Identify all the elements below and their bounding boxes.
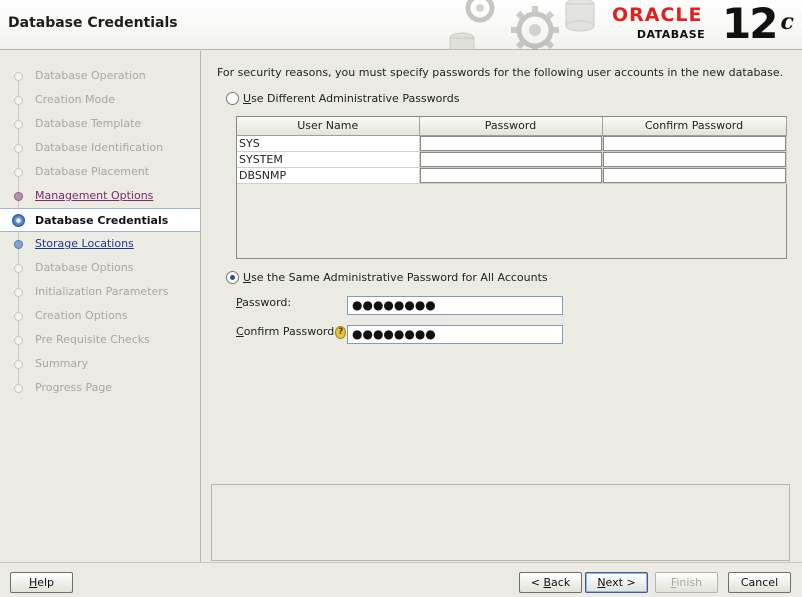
password-cell[interactable] <box>419 135 603 152</box>
different-passwords-radio[interactable] <box>226 92 239 105</box>
step-creation-options: Creation Options <box>0 304 200 328</box>
version-suffix: c <box>780 9 793 35</box>
step-database-identification: Database Identification <box>0 136 200 160</box>
step-label: Database Placement <box>35 165 149 178</box>
table-row: SYS <box>237 135 787 152</box>
user-name-cell: DBSNMP <box>237 167 420 184</box>
table-row: DBSNMP <box>237 167 787 184</box>
message-area <box>211 484 790 561</box>
step-dot-icon <box>14 264 23 273</box>
cancel-button[interactable]: Cancel <box>728 572 791 593</box>
step-database-template: Database Template <box>0 112 200 136</box>
dbsnmp-confirm-password-input[interactable] <box>602 167 786 183</box>
back-button[interactable]: < Back <box>519 572 582 593</box>
step-storage-locations[interactable]: Storage Locations <box>0 232 200 256</box>
step-dot-icon <box>14 96 23 105</box>
sys-password-input[interactable] <box>419 135 602 151</box>
step-dot-icon <box>14 312 23 321</box>
step-database-options: Database Options <box>0 256 200 280</box>
same-password-label[interactable]: Use the Same Administrative Password for… <box>243 271 548 284</box>
step-dot-icon <box>14 192 23 201</box>
step-label: Pre Requisite Checks <box>35 333 150 346</box>
step-label: Creation Mode <box>35 93 116 106</box>
confirm-password-label: Confirm Password? <box>236 325 347 339</box>
table-header-row: User Name Password Confirm Password <box>237 117 787 136</box>
finish-button[interactable]: Finish <box>655 572 718 593</box>
table-row: SYSTEM <box>237 151 787 168</box>
step-label: Summary <box>35 357 89 370</box>
different-passwords-option[interactable]: Use Different Administrative Passwords <box>226 92 459 105</box>
password-cell[interactable] <box>419 167 603 184</box>
step-label: Progress Page <box>35 381 113 394</box>
step-label: Database Identification <box>35 141 164 154</box>
step-dot-icon <box>14 120 23 129</box>
version-logo: 12 c <box>722 0 794 48</box>
column-header-confirm-password[interactable]: Confirm Password <box>602 117 787 136</box>
confirm-password-cell[interactable] <box>602 151 787 168</box>
same-password-radio[interactable] <box>226 271 239 284</box>
step-dot-icon <box>14 384 23 393</box>
confirm-password-cell[interactable] <box>602 167 787 184</box>
system-confirm-password-input[interactable] <box>602 151 786 167</box>
step-label: Creation Options <box>35 309 128 322</box>
user-name-cell: SYS <box>237 135 420 152</box>
version-number: 12 <box>722 0 778 48</box>
page-title: Database Credentials <box>8 15 178 31</box>
footer-bar: Help < Back Next > Finish Cancel <box>0 562 802 597</box>
step-progress-page: Progress Page <box>0 376 200 400</box>
step-dot-icon <box>14 144 23 153</box>
help-button[interactable]: Help <box>10 572 73 593</box>
oracle-brand-name: ORACLE <box>612 4 703 26</box>
steps-sidebar: Database Operation Creation Mode Databas… <box>0 51 201 562</box>
step-initialization-parameters: Initialization Parameters <box>0 280 200 304</box>
step-label: Initialization Parameters <box>35 285 169 298</box>
step-dot-icon <box>14 288 23 297</box>
gears-decoration-icon <box>440 0 600 50</box>
step-pre-requisite-checks: Pre Requisite Checks <box>0 328 200 352</box>
step-database-operation: Database Operation <box>0 64 200 88</box>
user-name-cell: SYSTEM <box>237 151 420 168</box>
column-header-user-name[interactable]: User Name <box>237 117 420 136</box>
step-label[interactable]: Management Options <box>35 189 153 202</box>
step-dot-icon <box>14 168 23 177</box>
dbsnmp-password-input[interactable] <box>419 167 602 183</box>
password-label: Password: <box>236 296 292 309</box>
same-password-option[interactable]: Use the Same Administrative Password for… <box>226 271 548 284</box>
step-management-options[interactable]: Management Options <box>0 184 200 208</box>
password-field[interactable]: ●●●●●●●● <box>347 296 563 315</box>
step-database-placement: Database Placement <box>0 160 200 184</box>
user-passwords-table: User Name Password Confirm Password SYS … <box>236 116 787 259</box>
oracle-logo: ORACLE DATABASE <box>612 5 720 41</box>
system-password-input[interactable] <box>419 151 602 167</box>
oracle-product-name: DATABASE <box>636 28 706 41</box>
main-panel: For security reasons, you must specify p… <box>202 51 802 562</box>
confirm-password-cell[interactable] <box>602 135 787 152</box>
next-button[interactable]: Next > <box>585 572 648 593</box>
header-banner: Database Credentials ORACLE DATABASE 12 … <box>0 0 802 50</box>
password-cell[interactable] <box>419 151 603 168</box>
step-label: Database Credentials <box>35 214 169 227</box>
step-summary: Summary <box>0 352 200 376</box>
step-dot-icon <box>14 360 23 369</box>
step-label: Database Operation <box>35 69 146 82</box>
step-database-credentials: Database Credentials <box>0 208 200 232</box>
current-step-icon <box>12 214 25 227</box>
help-question-icon[interactable]: ? <box>335 325 347 339</box>
step-label[interactable]: Storage Locations <box>35 237 134 250</box>
step-dot-icon <box>14 240 23 249</box>
different-passwords-label[interactable]: Use Different Administrative Passwords <box>243 92 459 105</box>
intro-text: For security reasons, you must specify p… <box>217 66 784 79</box>
step-label: Database Options <box>35 261 134 274</box>
column-header-password[interactable]: Password <box>419 117 603 136</box>
step-creation-mode: Creation Mode <box>0 88 200 112</box>
step-label: Database Template <box>35 117 142 130</box>
confirm-password-field[interactable]: ●●●●●●●● <box>347 325 563 344</box>
step-dot-icon <box>14 72 23 81</box>
step-dot-icon <box>14 336 23 345</box>
sys-confirm-password-input[interactable] <box>602 135 786 151</box>
